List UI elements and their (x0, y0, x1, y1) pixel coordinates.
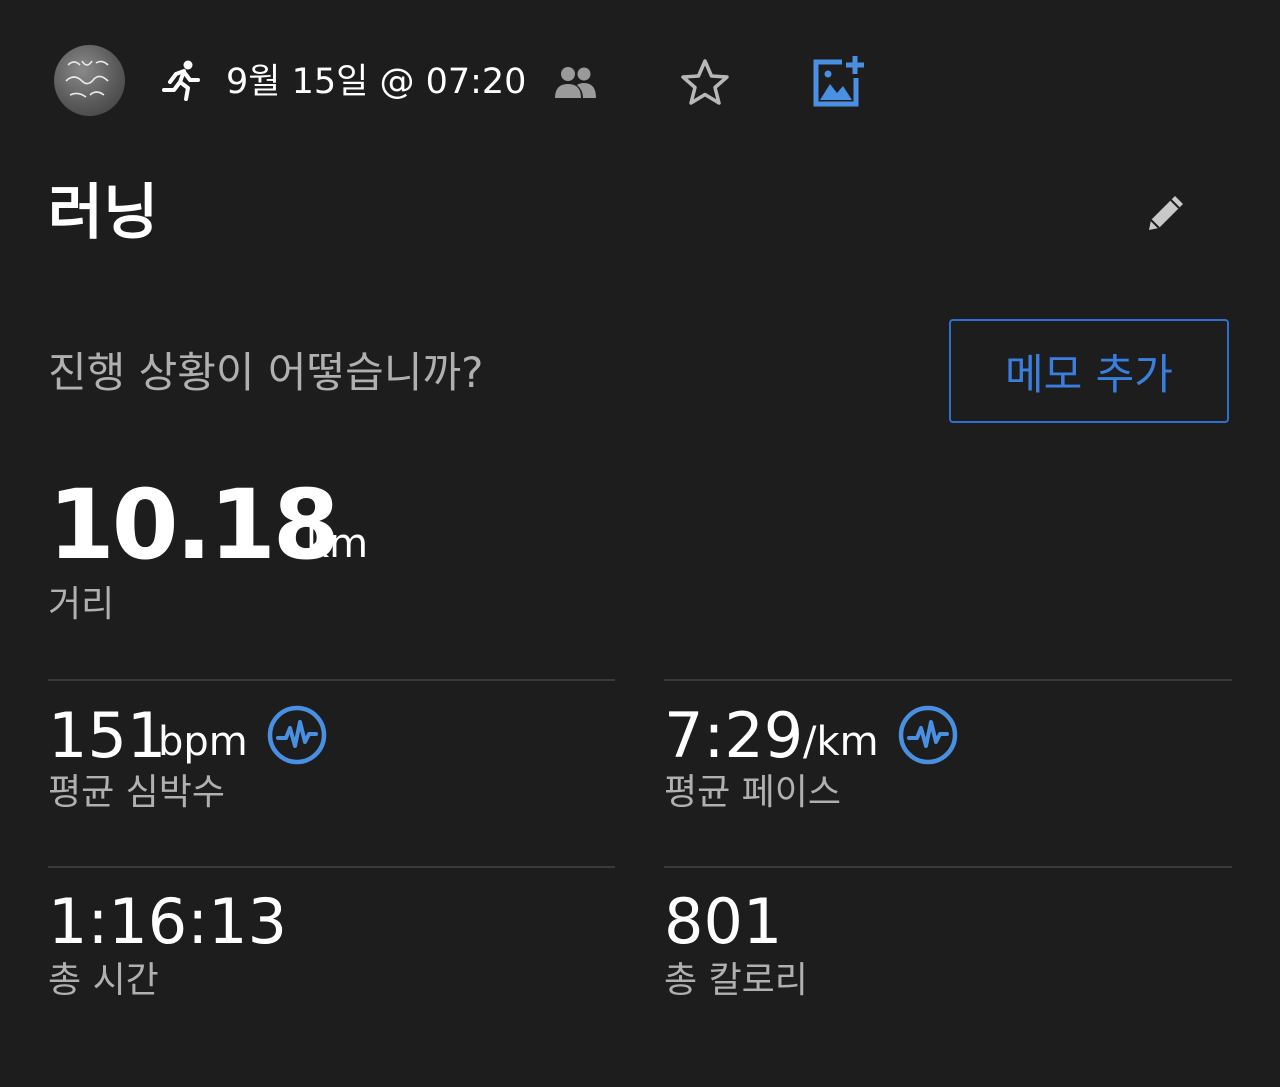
distance-unit: km (306, 521, 369, 567)
people-icon[interactable] (553, 64, 597, 100)
calories-value: 801 (664, 885, 783, 958)
heart-rate-wave-icon[interactable] (266, 704, 328, 766)
total-time-label: 총 시간 (48, 960, 159, 1001)
heart-rate-label: 평균 심박수 (48, 772, 226, 813)
divider (48, 866, 615, 868)
activity-datetime: 9월 15일 @ 07:20 (226, 62, 527, 102)
divider (664, 679, 1232, 681)
add-memo-button[interactable]: 메모 추가 (949, 319, 1229, 423)
distance-value: 10.18 (48, 469, 340, 581)
add-photo-icon[interactable] (810, 54, 866, 110)
avatar-image (65, 60, 109, 98)
calories-label: 총 칼로리 (664, 960, 808, 1001)
pace-unit: /km (803, 719, 879, 765)
heart-rate-value: 151 (48, 699, 167, 772)
pace-value: 7:29 (664, 699, 804, 772)
distance-label: 거리 (48, 584, 115, 625)
divider (48, 679, 615, 681)
profile-avatar[interactable] (54, 45, 125, 116)
note-prompt: 진행 상황이 어떻습니까? (48, 348, 484, 397)
running-icon (162, 60, 200, 101)
heart-rate-wave-icon[interactable] (897, 704, 959, 766)
total-time-value: 1:16:13 (48, 885, 288, 958)
divider (664, 866, 1232, 868)
pencil-icon[interactable] (1143, 190, 1189, 236)
heart-rate-unit: bpm (158, 719, 248, 765)
star-outline-icon[interactable] (678, 56, 732, 110)
pace-label: 평균 페이스 (664, 772, 842, 813)
activity-title: 러닝 (48, 178, 159, 248)
